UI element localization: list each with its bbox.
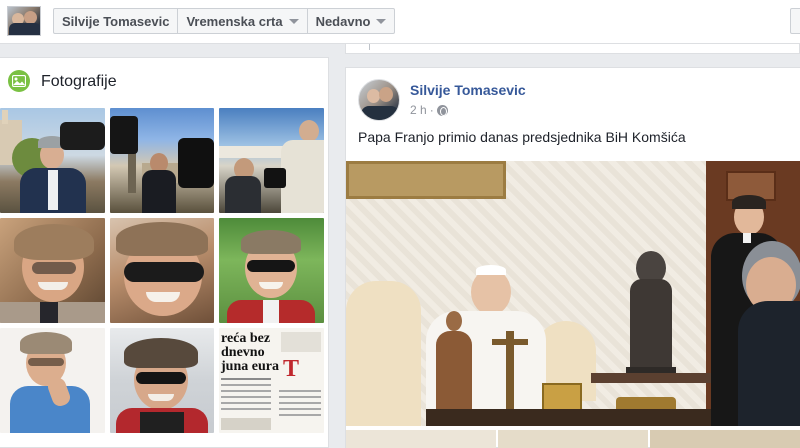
post-photo-strip (346, 430, 800, 448)
crumb-profile-name[interactable]: Silvije Tomasevic (54, 9, 177, 33)
newspaper-headline-line: reća bez (221, 331, 271, 346)
photo-thumb[interactable] (219, 108, 324, 213)
photo-thumb[interactable] (110, 218, 214, 323)
post-photo[interactable] (346, 161, 800, 426)
post-author-name[interactable]: Silvije Tomasevic (410, 82, 526, 98)
crumb-label: Nedavno (315, 13, 371, 29)
chevron-down-icon (376, 18, 387, 24)
timeline-breadcrumb: Silvije Tomasevic Vremenska crta Nedavno (53, 8, 396, 34)
photo-thumb[interactable] (110, 328, 214, 433)
photo-thumb[interactable] (110, 108, 214, 213)
crumb-recent-dropdown[interactable]: Nedavno (306, 9, 395, 33)
top-right-button[interactable] (790, 8, 800, 34)
photo-thumb[interactable] (219, 218, 324, 323)
profile-avatar[interactable] (7, 6, 41, 36)
globe-icon[interactable] (436, 104, 448, 116)
photo-thumb-newspaper[interactable]: reća bez dnevno juna eura T (219, 328, 324, 433)
crumb-timeline-dropdown[interactable]: Vremenska crta (177, 9, 306, 33)
post-timestamp[interactable]: 2 h (410, 103, 427, 117)
photos-icon (8, 70, 30, 92)
photos-card: Fotografije reća bez dnevno juna eura T (0, 57, 329, 448)
crumb-label: Silvije Tomasevic (62, 13, 170, 29)
photo-thumb[interactable] (0, 218, 105, 323)
post-card: Silvije Tomasevic 2 h · Papa Franjo prim… (345, 67, 800, 448)
timeline-top-bar: Silvije Tomasevic Vremenska crta Nedavno (0, 0, 800, 44)
newspaper-letter: T (283, 356, 300, 382)
author-avatar[interactable] (358, 79, 400, 121)
chevron-down-icon (288, 18, 299, 24)
post-text: Papa Franjo primio danas predsjednika Bi… (358, 129, 686, 145)
newspaper-headline-line: dnevno (221, 345, 265, 360)
photo-thumb[interactable] (0, 328, 105, 433)
post-meta: 2 h · (410, 103, 448, 117)
photos-title: Fotografije (41, 73, 117, 90)
newspaper-headline-line: juna eura (221, 359, 279, 374)
photo-thumb[interactable] (0, 108, 105, 213)
crumb-label: Vremenska crta (186, 13, 283, 29)
composer-strip (345, 44, 800, 54)
